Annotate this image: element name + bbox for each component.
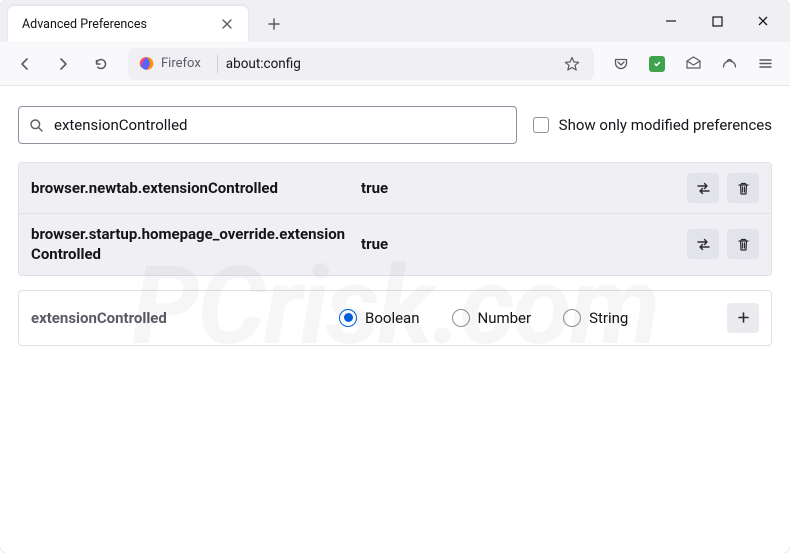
new-preference-box: extensionControlled Boolean Number Strin… [18,290,772,346]
radio-label: Number [478,309,532,327]
radio-string[interactable]: String [563,309,628,327]
radio-boolean[interactable]: Boolean [339,309,420,327]
search-input[interactable] [54,116,506,134]
search-icon [29,118,44,133]
bookmark-star-icon[interactable] [558,50,586,78]
back-button[interactable] [8,48,42,80]
browser-tab[interactable]: Advanced Preferences [8,6,248,42]
minimize-button[interactable] [648,3,694,39]
preference-actions [687,229,759,259]
extension-icon[interactable] [640,48,674,80]
url-text: about:config [226,56,550,72]
radio-icon [452,309,470,327]
menu-button[interactable] [748,48,782,80]
radio-icon [563,309,581,327]
toggle-button[interactable] [687,229,719,259]
preference-name: browser.newtab.extensionControlled [31,178,351,198]
type-radio-group: Boolean Number String [339,309,709,327]
tab-strip: Advanced Preferences [0,0,790,42]
close-tab-icon[interactable] [216,13,238,35]
url-bar[interactable]: Firefox about:config [128,48,594,80]
delete-button[interactable] [727,229,759,259]
add-preference-button[interactable] [727,303,759,333]
reload-button[interactable] [84,48,118,80]
checkbox-label: Show only modified preferences [559,116,772,134]
tab-title: Advanced Preferences [22,17,216,32]
page-content: Show only modified preferences browser.n… [0,86,790,553]
preference-list: browser.newtab.extensionControlled true … [18,162,772,276]
identity-box[interactable]: Firefox [136,53,209,74]
toolbar-icons [604,48,782,80]
account-icon[interactable] [712,48,746,80]
forward-button[interactable] [46,48,80,80]
radio-icon [339,309,357,327]
preference-name: browser.startup.homepage_override.extens… [31,224,351,265]
radio-label: Boolean [365,309,420,327]
modified-only-checkbox[interactable]: Show only modified preferences [533,116,772,134]
navigation-toolbar: Firefox about:config [0,42,790,86]
delete-button[interactable] [727,173,759,203]
search-row: Show only modified preferences [18,106,772,144]
radio-label: String [589,309,628,327]
preference-value: true [361,179,677,197]
preference-actions [687,173,759,203]
pocket-icon[interactable] [604,48,638,80]
new-tab-button[interactable] [260,10,288,38]
inbox-icon[interactable] [676,48,710,80]
radio-number[interactable]: Number [452,309,532,327]
checkbox-icon [533,117,549,133]
maximize-button[interactable] [694,3,740,39]
preference-row[interactable]: browser.newtab.extensionControlled true [19,163,771,213]
window-controls [648,0,786,42]
close-window-button[interactable] [740,3,786,39]
preference-value: true [361,235,677,253]
search-box[interactable] [18,106,517,144]
preference-row[interactable]: browser.startup.homepage_override.extens… [19,213,771,275]
identity-label: Firefox [161,56,201,71]
firefox-logo-icon [138,55,155,72]
new-preference-name: extensionControlled [31,309,321,327]
identity-separator [217,55,218,73]
toggle-button[interactable] [687,173,719,203]
